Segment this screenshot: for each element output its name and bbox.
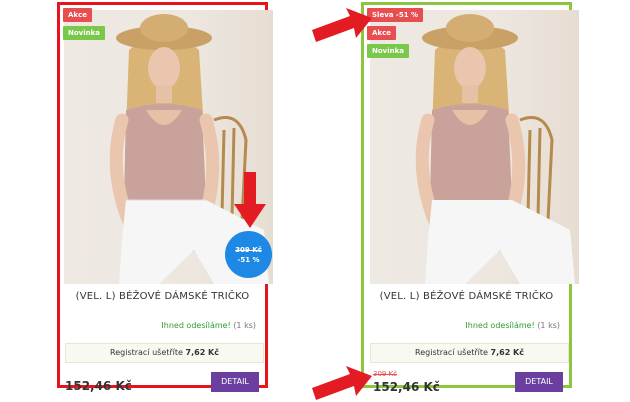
price: 152,46 Kč	[65, 379, 132, 393]
badge-group: Akce Novinka	[63, 8, 105, 40]
stock-status: Ihned odesíláme! (1 ks)	[465, 321, 560, 330]
registration-savings: Registrací ušetříte 7,62 Kč	[370, 343, 569, 363]
stock-text: Ihned odesíláme!	[161, 321, 231, 330]
stock-qty: (1 ks)	[233, 321, 256, 330]
save-amount: 7,62 Kč	[490, 348, 524, 357]
old-price: 309 Kč	[373, 370, 398, 378]
badge-novinka: Novinka	[63, 26, 105, 40]
badge-novinka: Novinka	[367, 44, 409, 58]
stock-qty: (1 ks)	[537, 321, 560, 330]
product-title[interactable]: (VEL. L) BÉŽOVÉ DÁMSKÉ TRIČKO	[60, 291, 265, 302]
price: 152,46 Kč	[373, 380, 440, 394]
save-label: Registrací ušetříte	[110, 348, 183, 357]
badge-akce: Akce	[63, 8, 92, 22]
product-title[interactable]: (VEL. L) BÉŽOVÉ DÁMSKÉ TRIČKO	[364, 291, 569, 302]
arrow-down-icon	[234, 172, 266, 228]
save-label: Registrací ušetříte	[415, 348, 488, 357]
discount-old-price: 309 Kč	[235, 245, 262, 254]
detail-button[interactable]: DETAIL	[211, 372, 259, 392]
stock-text: Ihned odesíláme!	[465, 321, 535, 330]
discount-circle: 309 Kč -51 %	[225, 231, 272, 278]
discount-percent: -51 %	[237, 255, 260, 264]
save-amount: 7,62 Kč	[185, 348, 219, 357]
arrow-right-icon	[312, 366, 372, 400]
badge-group: Sleva -51 % Akce Novinka	[367, 8, 424, 58]
badge-sleva: Sleva -51 %	[367, 8, 424, 22]
product-card-right[interactable]: Sleva -51 % Akce Novinka (VEL. L) BÉŽOVÉ…	[361, 2, 579, 394]
stock-status: Ihned odesíláme! (1 ks)	[161, 321, 256, 330]
arrow-right-icon	[312, 8, 372, 42]
registration-savings: Registrací ušetříte 7,62 Kč	[65, 343, 264, 363]
detail-button[interactable]: DETAIL	[515, 372, 563, 392]
